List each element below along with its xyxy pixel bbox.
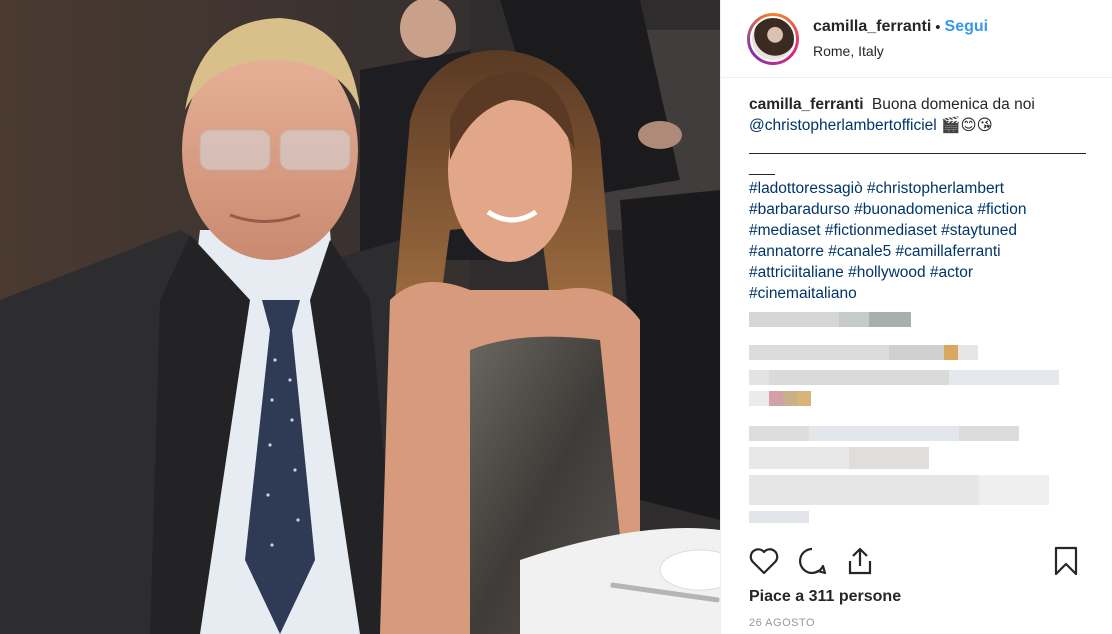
follow-button[interactable]: Segui [945, 19, 989, 35]
hashtags-line-3[interactable]: #mediaset #fictionmediaset #staytuned [749, 220, 1086, 241]
hashtags-line-5[interactable]: #attriciitaliane #hollywood #actor [749, 262, 1086, 283]
username-link[interactable]: camilla_ferranti [813, 19, 931, 35]
post-sidebar: camilla_ferranti • Segui Rome, Italy cam… [720, 0, 1112, 634]
post-date[interactable]: 26 AGOSTO [749, 617, 815, 629]
caption-line-1: camilla_ferranti Buona domenica da noi [749, 94, 1086, 115]
caption-divider-short: ___ [749, 159, 775, 176]
header-text: camilla_ferranti • Segui Rome, Italy [813, 19, 988, 59]
post-photo[interactable] [0, 0, 720, 634]
caption-mention[interactable]: @christopherlambertofficiel [749, 117, 937, 134]
blurred-comment [749, 475, 1094, 505]
blurred-comment [749, 391, 1094, 406]
location-link[interactable]: Rome, Italy [813, 44, 988, 58]
caption-username[interactable]: camilla_ferranti [749, 96, 864, 113]
blurred-comment [749, 426, 1094, 441]
caption-text: Buona domenica da noi [871, 96, 1035, 113]
hashtags-line-6[interactable]: #cinemaitaliano [749, 283, 1086, 304]
blurred-comment [749, 447, 1094, 469]
post-caption: camilla_ferranti Buona domenica da noi @… [721, 78, 1112, 304]
hashtags-line-1[interactable]: #ladottoressagiò #christopherlambert [749, 178, 1086, 199]
blurred-comment [749, 370, 1094, 385]
blurred-comment [749, 312, 1094, 327]
header-row: camilla_ferranti • Segui [813, 19, 988, 35]
hashtags-line-2[interactable]: #barbaradurso #buonadomenica #fiction [749, 199, 1086, 220]
heart-icon[interactable] [747, 544, 781, 578]
post-header: camilla_ferranti • Segui Rome, Italy [721, 0, 1112, 78]
caption-divider: ________________________________________… [749, 138, 1086, 155]
comment-icon[interactable] [795, 544, 829, 578]
post-photo-illustration [0, 0, 720, 634]
avatar-image [750, 15, 796, 62]
blurred-comment [749, 511, 1094, 523]
blurred-comment [749, 345, 1094, 360]
separator-dot: • [935, 18, 941, 36]
caption-emojis: 🎬😊😘 [941, 117, 993, 134]
caption-line-2: @christopherlambertofficiel 🎬😊😘 [749, 115, 1086, 136]
blurred-comments [749, 312, 1094, 529]
hashtags-line-4[interactable]: #annatorre #canale5 #camillaferranti [749, 241, 1086, 262]
bookmark-icon[interactable] [1049, 544, 1083, 578]
avatar[interactable] [747, 12, 799, 65]
instagram-post: camilla_ferranti • Segui Rome, Italy cam… [0, 0, 1112, 634]
share-icon[interactable] [843, 544, 877, 578]
action-bar [747, 540, 1097, 582]
likes-count[interactable]: Piace a 311 persone [749, 588, 901, 606]
